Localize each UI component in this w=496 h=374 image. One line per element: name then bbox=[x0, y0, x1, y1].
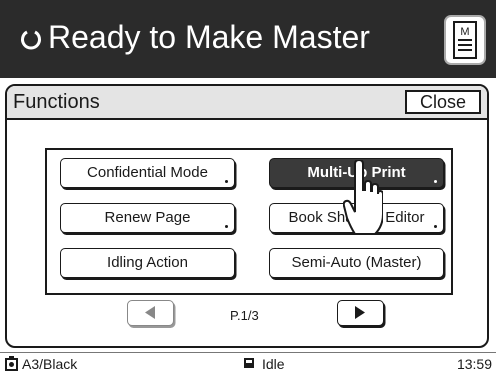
page-title: Ready to Make Master bbox=[48, 19, 370, 55]
touch-hand-icon bbox=[343, 160, 383, 235]
close-button[interactable]: Close bbox=[405, 90, 481, 114]
machine-state: Idle bbox=[262, 356, 285, 372]
square-icon bbox=[244, 358, 254, 368]
triangle-left-icon bbox=[145, 306, 155, 319]
next-page-button[interactable] bbox=[337, 300, 384, 326]
function-label: Semi-Auto (Master) bbox=[291, 254, 422, 271]
drum-icon bbox=[5, 356, 18, 371]
status-bar: A3/Black Idle 13:59 bbox=[0, 352, 496, 374]
triangle-right-icon bbox=[355, 306, 365, 319]
title-bar: Ready to Make Master M bbox=[0, 0, 496, 78]
svg-text:M: M bbox=[460, 26, 469, 38]
function-label: Renew Page bbox=[104, 209, 191, 226]
function-button-idling-action[interactable]: Idling Action bbox=[60, 248, 235, 278]
function-button-renew-page[interactable]: Renew Page bbox=[60, 203, 235, 233]
paper-status: A3/Black bbox=[22, 356, 78, 372]
master-document-icon: M bbox=[453, 21, 477, 59]
panel-title: Functions bbox=[13, 91, 100, 113]
function-label: Idling Action bbox=[107, 254, 188, 271]
page-indicator: P.1/3 bbox=[230, 308, 259, 323]
previous-page-button[interactable] bbox=[127, 300, 174, 326]
functions-panel: Functions Close Confidential Mode Multi-… bbox=[5, 84, 489, 348]
clock: 13:59 bbox=[456, 356, 492, 372]
master-button[interactable]: M bbox=[444, 15, 486, 65]
refresh-circle-icon bbox=[21, 30, 41, 50]
function-button-semi-auto-master[interactable]: Semi-Auto (Master) bbox=[269, 248, 444, 278]
panel-header: Functions Close bbox=[7, 86, 487, 120]
function-button-confidential-mode[interactable]: Confidential Mode bbox=[60, 158, 235, 188]
function-label: Confidential Mode bbox=[87, 164, 208, 181]
